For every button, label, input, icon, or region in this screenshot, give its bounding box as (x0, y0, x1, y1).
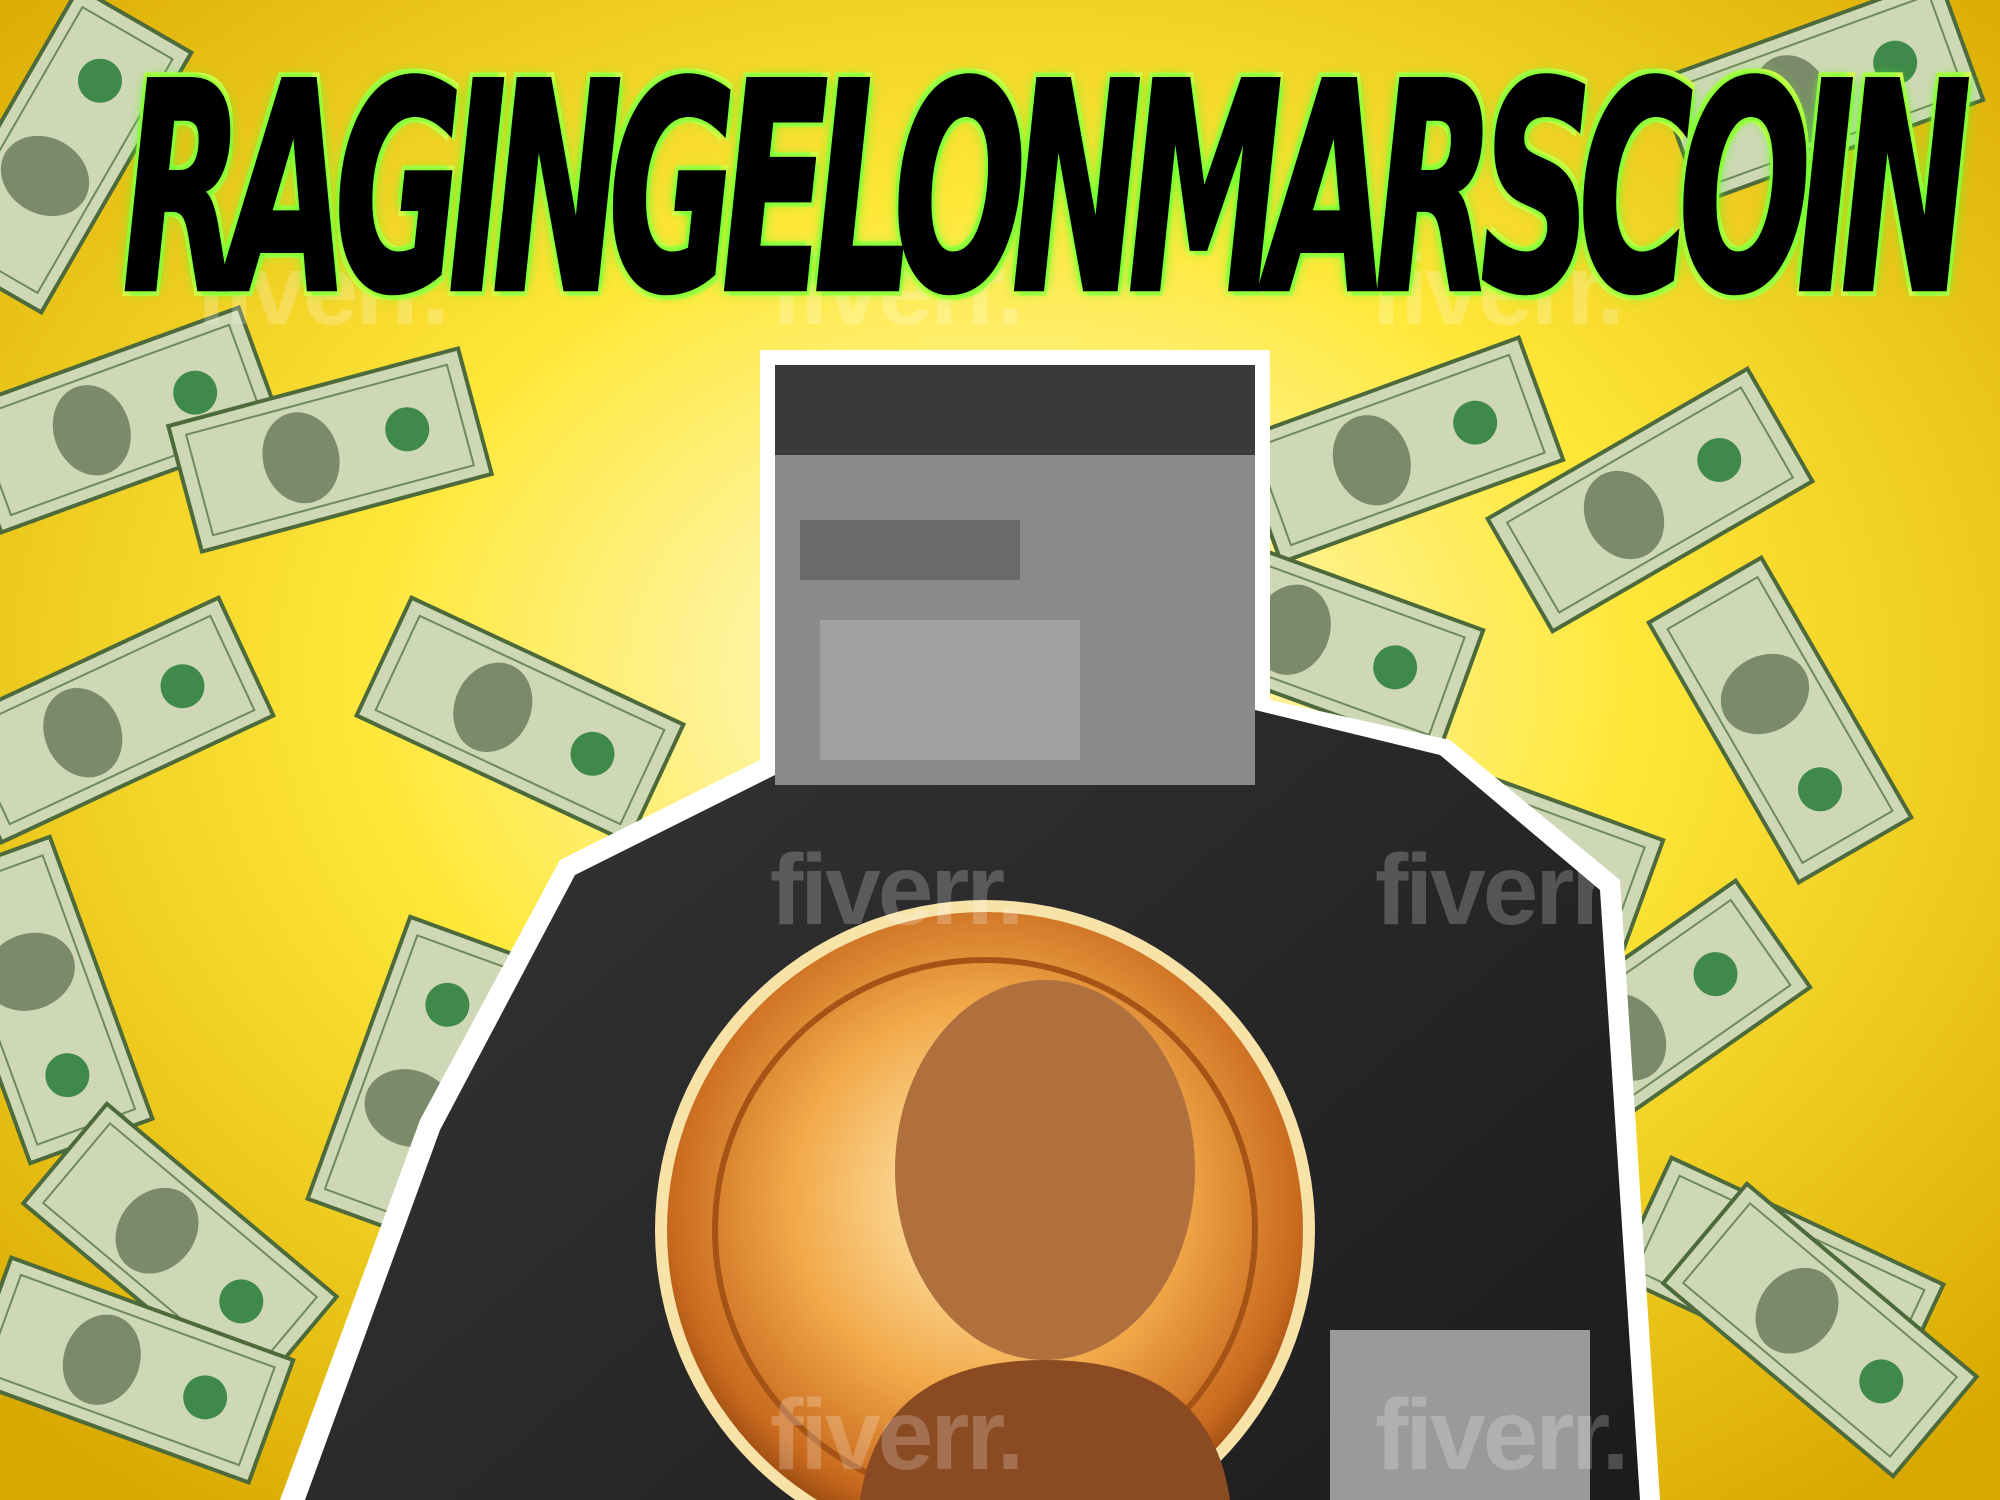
poster-title: RAGINGELONMARSCOIN (122, 22, 1972, 357)
watermark: fiverr. (1375, 1379, 1629, 1491)
watermark: fiverr. (1375, 834, 1629, 946)
watermark: fiverr. (770, 1379, 1024, 1491)
watermark: fiverr. (770, 834, 1024, 946)
